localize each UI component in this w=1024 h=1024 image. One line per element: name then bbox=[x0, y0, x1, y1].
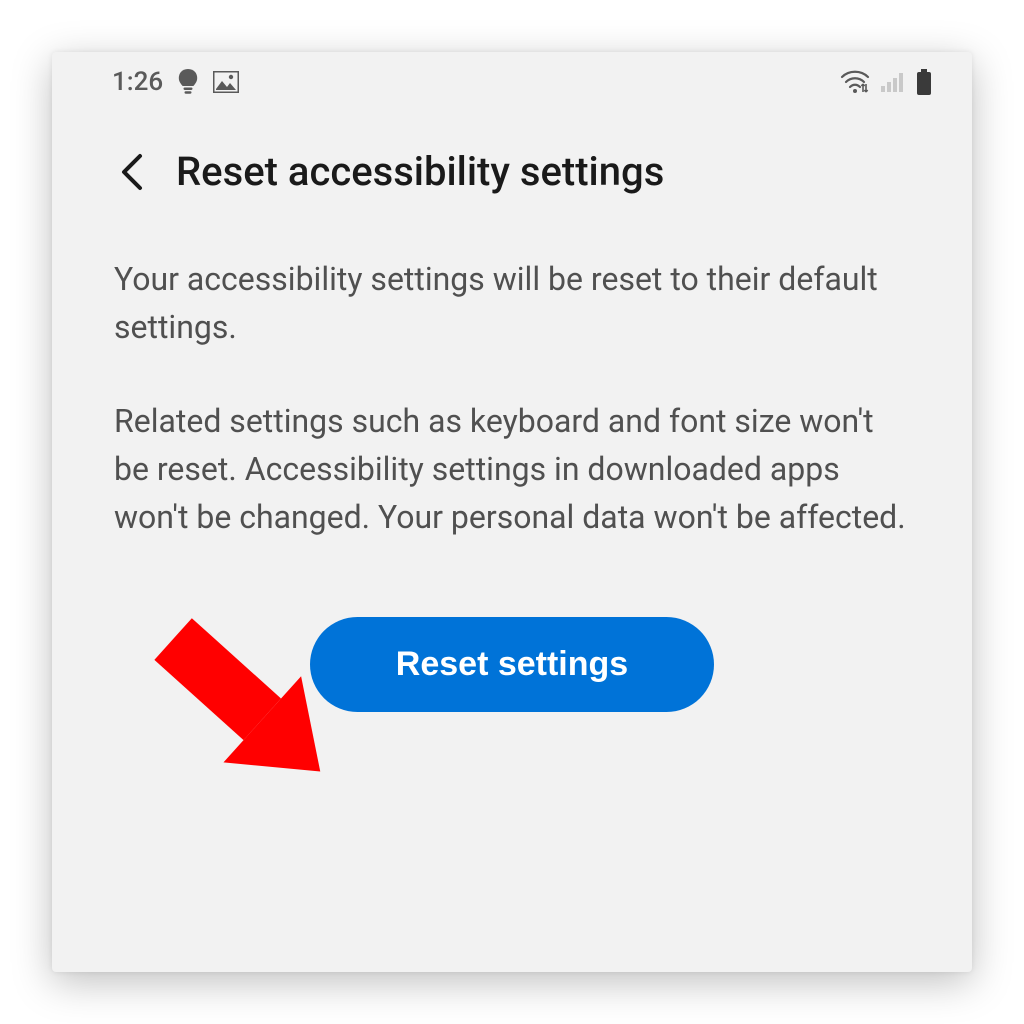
image-icon bbox=[213, 71, 239, 93]
back-icon[interactable] bbox=[118, 152, 144, 192]
page-header: Reset accessibility settings bbox=[52, 112, 972, 205]
description-paragraph-2: Related settings such as keyboard and fo… bbox=[114, 397, 910, 541]
signal-icon bbox=[880, 71, 906, 93]
status-bar: 1:26 bbox=[52, 52, 972, 112]
status-time: 1:26 bbox=[112, 67, 163, 97]
reset-settings-button[interactable]: Reset settings bbox=[310, 617, 714, 712]
battery-icon bbox=[916, 69, 932, 95]
device-screen: 1:26 bbox=[52, 52, 972, 972]
wifi-icon bbox=[840, 70, 870, 94]
description-paragraph-1: Your accessibility settings will be rese… bbox=[114, 255, 910, 351]
body-text: Your accessibility settings will be rese… bbox=[52, 205, 972, 541]
page-title: Reset accessibility settings bbox=[176, 148, 664, 195]
bulb-icon bbox=[177, 68, 199, 96]
